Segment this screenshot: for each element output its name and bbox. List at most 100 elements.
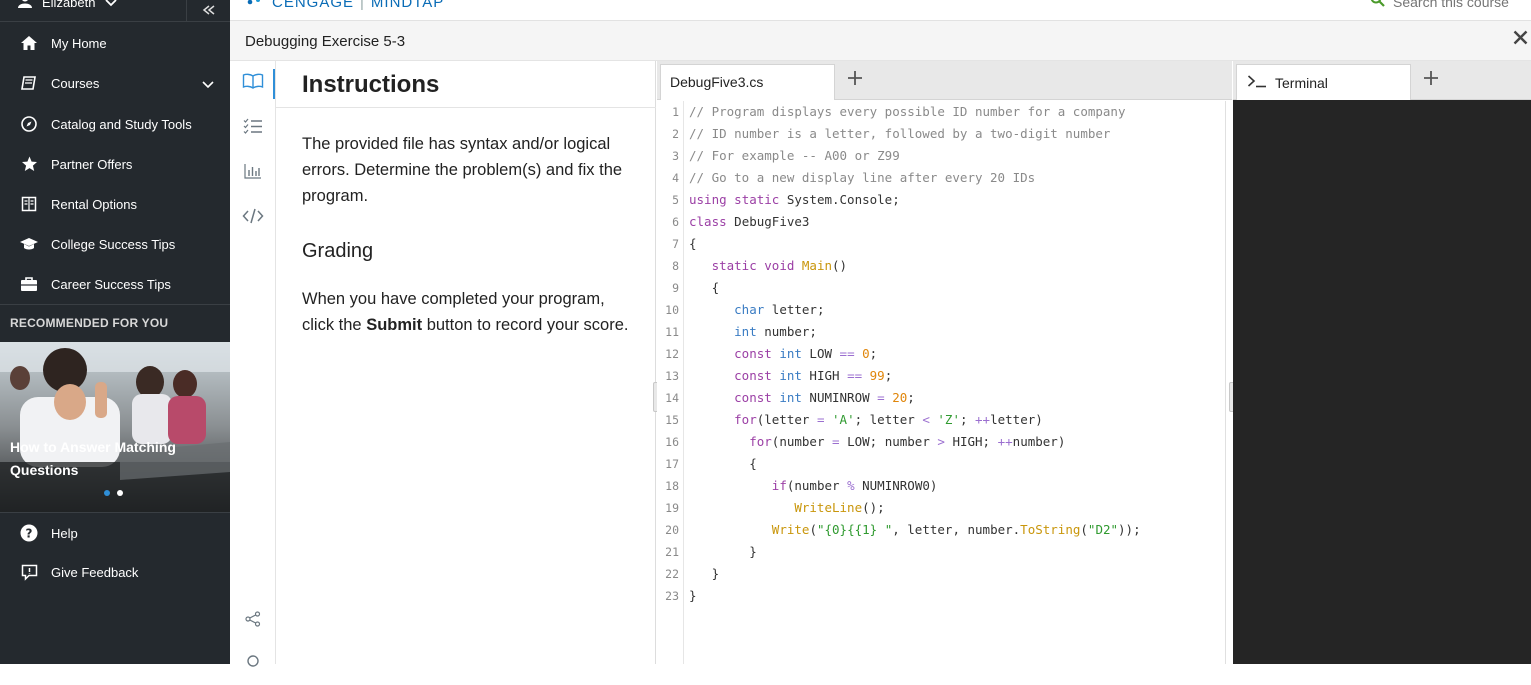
user-menu[interactable]: Elizabeth <box>18 0 118 11</box>
terminal-panel[interactable]: Terminal <box>1233 61 1531 664</box>
top-bar: CENGAGE | MINDTAP <box>230 0 1531 21</box>
share-tool-button[interactable] <box>230 599 276 643</box>
compass-icon <box>19 114 39 134</box>
code-line: char letter; <box>734 302 825 317</box>
double-chevron-left-icon <box>202 2 216 20</box>
code-line: } <box>689 588 697 603</box>
code-line: const int HIGH == 99; <box>734 368 893 383</box>
brand-name: CENGAGE <box>272 0 355 11</box>
file-tab[interactable]: DebugFive3.cs <box>660 64 835 100</box>
nav-career-success-tips[interactable]: Career Success Tips <box>0 264 230 304</box>
checklist-tool-button[interactable] <box>230 106 276 150</box>
instructions-tool-button[interactable] <box>230 61 276 105</box>
code-icon <box>242 208 264 229</box>
code-line: if(number % NUMINROW0) <box>771 478 938 493</box>
course-search <box>1370 0 1523 12</box>
line-number: 3 <box>672 149 679 163</box>
grading-text-post: button to record your score. <box>422 316 629 334</box>
line-number: 15 <box>665 413 679 427</box>
line-number: 1 <box>672 105 679 119</box>
activity-title: Debugging Exercise 5-3 <box>245 33 406 50</box>
line-number: 5 <box>672 193 679 207</box>
line-number: 9 <box>672 281 679 295</box>
add-terminal-button[interactable] <box>1419 68 1443 92</box>
brand-logo[interactable]: CENGAGE | MINDTAP <box>244 0 444 12</box>
bar-chart-icon <box>244 163 262 184</box>
add-file-button[interactable] <box>843 68 867 92</box>
close-activity-button[interactable] <box>1509 29 1531 51</box>
carousel-dot-active[interactable] <box>104 490 110 496</box>
code-line: { <box>689 456 757 471</box>
settings-tool-button[interactable] <box>230 641 276 685</box>
sidebar-header: Elizabeth <box>0 0 230 22</box>
search-input[interactable] <box>1393 0 1523 10</box>
code-line: // Program displays every possible ID nu… <box>689 104 1126 119</box>
code-line: const int NUMINROW = 20; <box>734 390 915 405</box>
collapse-sidebar-button[interactable] <box>186 0 230 22</box>
nav-catalog-study-tools[interactable]: Catalog and Study Tools <box>0 104 230 144</box>
help-icon: ? <box>19 523 39 543</box>
nav-my-home[interactable]: My Home <box>0 23 230 63</box>
briefcase-icon <box>19 274 39 294</box>
submit-keyword: Submit <box>366 316 423 334</box>
search-icon[interactable] <box>1370 0 1385 12</box>
nav-partner-offers[interactable]: Partner Offers <box>0 144 230 184</box>
home-icon <box>19 33 39 53</box>
sidebar: Elizabeth My Home Courses Catalog and St… <box>0 0 230 664</box>
code-line: using static System.Console; <box>689 192 900 207</box>
code-line: for(letter = 'A'; letter < 'Z'; ++letter… <box>734 412 1043 427</box>
divider <box>0 304 230 305</box>
terminal-tab[interactable]: Terminal <box>1236 64 1411 100</box>
graduation-cap-icon <box>19 234 39 254</box>
line-number: 18 <box>665 479 679 493</box>
line-number: 14 <box>665 391 679 405</box>
plus-icon <box>847 70 863 91</box>
nav-label: Catalog and Study Tools <box>51 116 192 132</box>
carousel-dots <box>104 490 123 496</box>
cengage-logo-icon <box>244 0 266 12</box>
code-line: } <box>689 544 757 559</box>
grades-tool-button[interactable] <box>230 151 276 195</box>
carousel-dot[interactable] <box>117 490 123 496</box>
user-icon <box>18 0 32 11</box>
code-line: class DebugFive3 <box>689 214 810 229</box>
instructions-header: Instructions <box>276 61 656 108</box>
line-number: 2 <box>672 127 679 141</box>
classroom-photo <box>0 342 230 512</box>
code-line: for(number = LOW; number > HIGH; ++numbe… <box>749 434 1066 449</box>
nav-rental-options[interactable]: Rental Options <box>0 184 230 224</box>
line-number: 10 <box>665 303 679 317</box>
line-number: 11 <box>665 325 679 339</box>
code-line: // ID number is a letter, followed by a … <box>689 126 1111 141</box>
instructions-title: Instructions <box>302 71 440 98</box>
line-number: 12 <box>665 347 679 361</box>
tool-rail <box>230 61 276 667</box>
star-icon <box>19 154 39 174</box>
chevron-down-icon <box>202 77 214 92</box>
plus-icon <box>1423 70 1439 91</box>
editor-scrollbar[interactable] <box>1225 101 1226 664</box>
nav-label: Give Feedback <box>51 564 139 580</box>
recommended-card[interactable]: How to Answer Matching Questions <box>0 342 230 512</box>
line-number: 6 <box>672 215 679 229</box>
line-number: 17 <box>665 457 679 471</box>
code-area[interactable]: // Program displays every possible ID nu… <box>689 101 1224 664</box>
feedback-icon <box>19 562 39 582</box>
nav-help[interactable]: ? Help <box>0 513 230 553</box>
product-name: MINDTAP <box>370 0 445 11</box>
recommended-caption: How to Answer Matching Questions <box>10 439 176 478</box>
grading-text: When you have completed your program, cl… <box>302 286 632 338</box>
line-number: 7 <box>672 237 679 251</box>
terminal-tab-bar: Terminal <box>1233 61 1531 100</box>
code-tool-button[interactable] <box>230 196 276 240</box>
user-name: Elizabeth <box>42 0 96 10</box>
nav-label: Career Success Tips <box>51 276 171 292</box>
code-line: } <box>689 566 720 581</box>
line-number: 19 <box>665 501 679 515</box>
checklist-icon <box>243 118 263 139</box>
nav-give-feedback[interactable]: Give Feedback <box>0 552 230 592</box>
nav-courses[interactable]: Courses <box>0 63 230 103</box>
line-number: 4 <box>672 171 679 185</box>
code-editor: DebugFive3.cs 1 2 3 4 5 6 7 8 9 10 11 12 13 14 15 16 17 1… <box>657 61 1232 664</box>
nav-college-success-tips[interactable]: College Success Tips <box>0 224 230 264</box>
